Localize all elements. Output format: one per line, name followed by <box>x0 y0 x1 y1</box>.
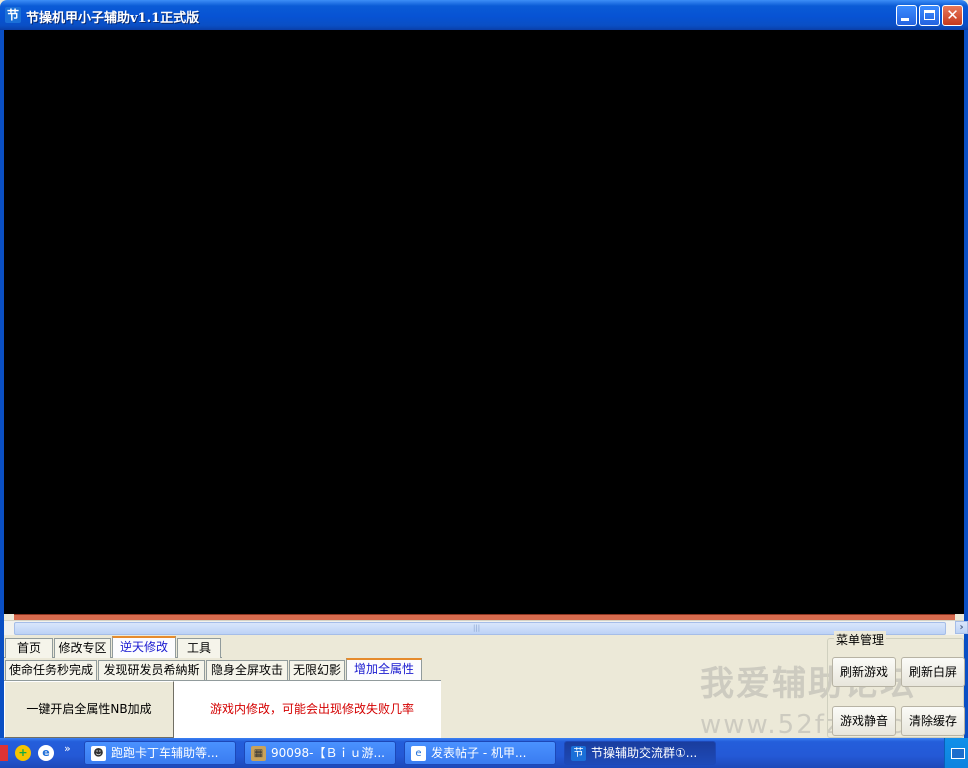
enable-all-attributes-button[interactable]: 一键开启全属性NB加成 <box>4 681 174 738</box>
maximize-button[interactable] <box>919 5 940 26</box>
subtab-find-researcher[interactable]: 发现研发员希納斯 <box>98 660 205 680</box>
minimize-icon <box>901 18 909 21</box>
taskbar-item-2[interactable]: ▦ 90098-【Ｂｉｕ游... <box>244 741 396 765</box>
taskbar-item-label: 90098-【Ｂｉｕ游... <box>271 746 385 760</box>
tab-advanced-modify[interactable]: 逆天修改 <box>112 636 176 658</box>
maximize-icon <box>924 10 935 20</box>
taskbar: + e » ☻ 跑跑卡丁车辅助等... ▦ 90098-【Ｂｉｕ游... e 发… <box>0 738 968 768</box>
game-view[interactable] <box>4 30 964 614</box>
horizontal-scrollbar[interactable]: ||| › <box>4 620 968 635</box>
close-icon: ✕ <box>946 6 959 24</box>
chevron-right-icon[interactable]: » <box>64 742 71 755</box>
taskbar-item-3[interactable]: e 发表帖子 - 机甲... <box>404 741 556 765</box>
title-bar[interactable]: 节 节操机甲小子辅助v1.1正式版 ✕ <box>0 0 968 30</box>
taskbar-item-label: 发表帖子 - 机甲... <box>431 746 527 760</box>
subtab-infinite-phantom[interactable]: 无限幻影 <box>289 660 345 680</box>
mute-game-button[interactable]: 游戏静音 <box>832 706 896 736</box>
grip-icon: ||| <box>473 624 481 632</box>
start-button-edge-icon[interactable] <box>0 745 8 761</box>
window-title: 节操机甲小子辅助v1.1正式版 <box>26 11 200 26</box>
system-tray <box>944 738 968 768</box>
scroll-right-arrow-icon[interactable]: › <box>955 621 968 634</box>
refresh-white-screen-button[interactable]: 刷新白屏 <box>901 657 965 687</box>
internet-explorer-icon[interactable]: e <box>38 745 54 761</box>
app-icon: 节 <box>5 7 21 23</box>
folder-icon: ▦ <box>251 746 266 761</box>
minimize-button[interactable] <box>896 5 917 26</box>
keyboard-icon[interactable] <box>951 748 965 759</box>
clear-cache-button[interactable]: 清除缓存 <box>901 706 965 736</box>
refresh-game-button[interactable]: 刷新游戏 <box>832 657 896 687</box>
taskbar-item-label: 节操辅助交流群①... <box>591 746 698 760</box>
tab-modify-zone[interactable]: 修改专区 <box>54 638 111 658</box>
tab-tools[interactable]: 工具 <box>177 638 221 658</box>
subtab-mission-complete[interactable]: 使命任务秒完成 <box>5 660 97 680</box>
taskbar-item-label: 跑跑卡丁车辅助等... <box>111 746 219 760</box>
scrollbar-thumb[interactable]: ||| <box>14 622 946 635</box>
tab-home[interactable]: 首页 <box>5 638 53 658</box>
menu-group-title: 菜单管理 <box>834 631 887 648</box>
browser-icon: e <box>411 746 426 761</box>
add-icon[interactable]: + <box>15 745 31 761</box>
taskbar-item-4[interactable]: 节 节操辅助交流群①... <box>564 741 716 765</box>
close-button[interactable]: ✕ <box>942 5 963 26</box>
warning-text: 游戏内修改，可能会出现修改失败几率 <box>210 702 415 716</box>
app-icon: 节 <box>571 746 586 761</box>
app-avatar-icon: ☻ <box>91 746 106 761</box>
taskbar-item-1[interactable]: ☻ 跑跑卡丁车辅助等... <box>84 741 236 765</box>
subtab-increase-attributes[interactable]: 增加全属性 <box>346 658 422 680</box>
subtab-invisible-attack[interactable]: 隐身全屏攻击 <box>206 660 288 680</box>
